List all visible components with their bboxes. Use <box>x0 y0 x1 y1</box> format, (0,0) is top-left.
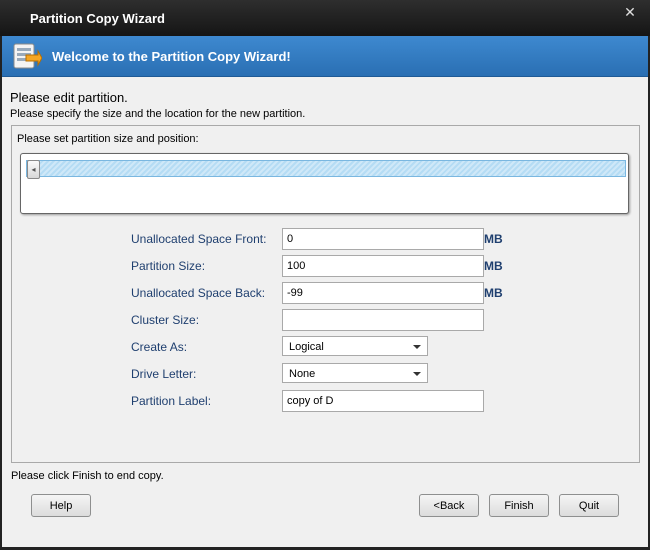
partition-slider-panel: ◂ <box>20 153 629 214</box>
window-title: Partition Copy Wizard <box>30 11 165 26</box>
drive-letter-label: Drive Letter: <box>131 367 197 381</box>
back-button[interactable]: <Back <box>419 494 479 517</box>
slider-handle[interactable]: ◂ <box>27 160 40 179</box>
quit-button[interactable]: Quit <box>559 494 619 517</box>
partition-settings-group: Please set partition size and position: … <box>11 125 640 463</box>
partition-size-input[interactable]: 100 <box>282 255 484 277</box>
finish-button[interactable]: Finish <box>489 494 549 517</box>
partition-bar[interactable] <box>26 160 626 177</box>
page-heading: Please edit partition. <box>10 90 128 105</box>
chevron-down-icon <box>413 345 421 349</box>
finish-instruction: Please click Finish to end copy. <box>11 470 164 482</box>
partition-label-label: Partition Label: <box>131 394 212 408</box>
close-icon[interactable]: ✕ <box>620 4 640 20</box>
create-as-value: Logical <box>289 341 324 353</box>
unallocated-back-label: Unallocated Space Back: <box>131 286 266 300</box>
unallocated-front-unit: MB <box>484 232 503 246</box>
unallocated-front-label: Unallocated Space Front: <box>131 232 267 246</box>
partition-label-input[interactable]: copy of D <box>282 390 484 412</box>
help-button[interactable]: Help <box>31 494 91 517</box>
create-as-select[interactable]: Logical <box>282 336 428 356</box>
group-label: Please set partition size and position: <box>17 133 199 145</box>
wizard-banner: Welcome to the Partition Copy Wizard! <box>2 36 648 77</box>
unallocated-front-input[interactable]: 0 <box>282 228 484 250</box>
cluster-size-input[interactable] <box>282 309 484 331</box>
create-as-label: Create As: <box>131 340 188 354</box>
partition-size-label: Partition Size: <box>131 259 206 273</box>
drive-letter-value: None <box>289 368 316 380</box>
title-bar[interactable]: Partition Copy Wizard ✕ <box>0 0 650 36</box>
disk-copy-icon <box>13 43 42 69</box>
drive-letter-select[interactable]: None <box>282 363 428 383</box>
partition-copy-wizard-window: Partition Copy Wizard ✕ Welcome to the P… <box>0 0 650 550</box>
unallocated-back-unit: MB <box>484 286 503 300</box>
page-subheading: Please specify the size and the location… <box>10 108 306 120</box>
cluster-size-label: Cluster Size: <box>131 313 200 327</box>
partition-size-unit: MB <box>484 259 503 273</box>
chevron-down-icon <box>413 372 421 376</box>
wizard-content: Please edit partition. Please specify th… <box>2 77 648 547</box>
unallocated-back-input[interactable]: -99 <box>282 282 484 304</box>
banner-title: Welcome to the Partition Copy Wizard! <box>52 49 291 64</box>
